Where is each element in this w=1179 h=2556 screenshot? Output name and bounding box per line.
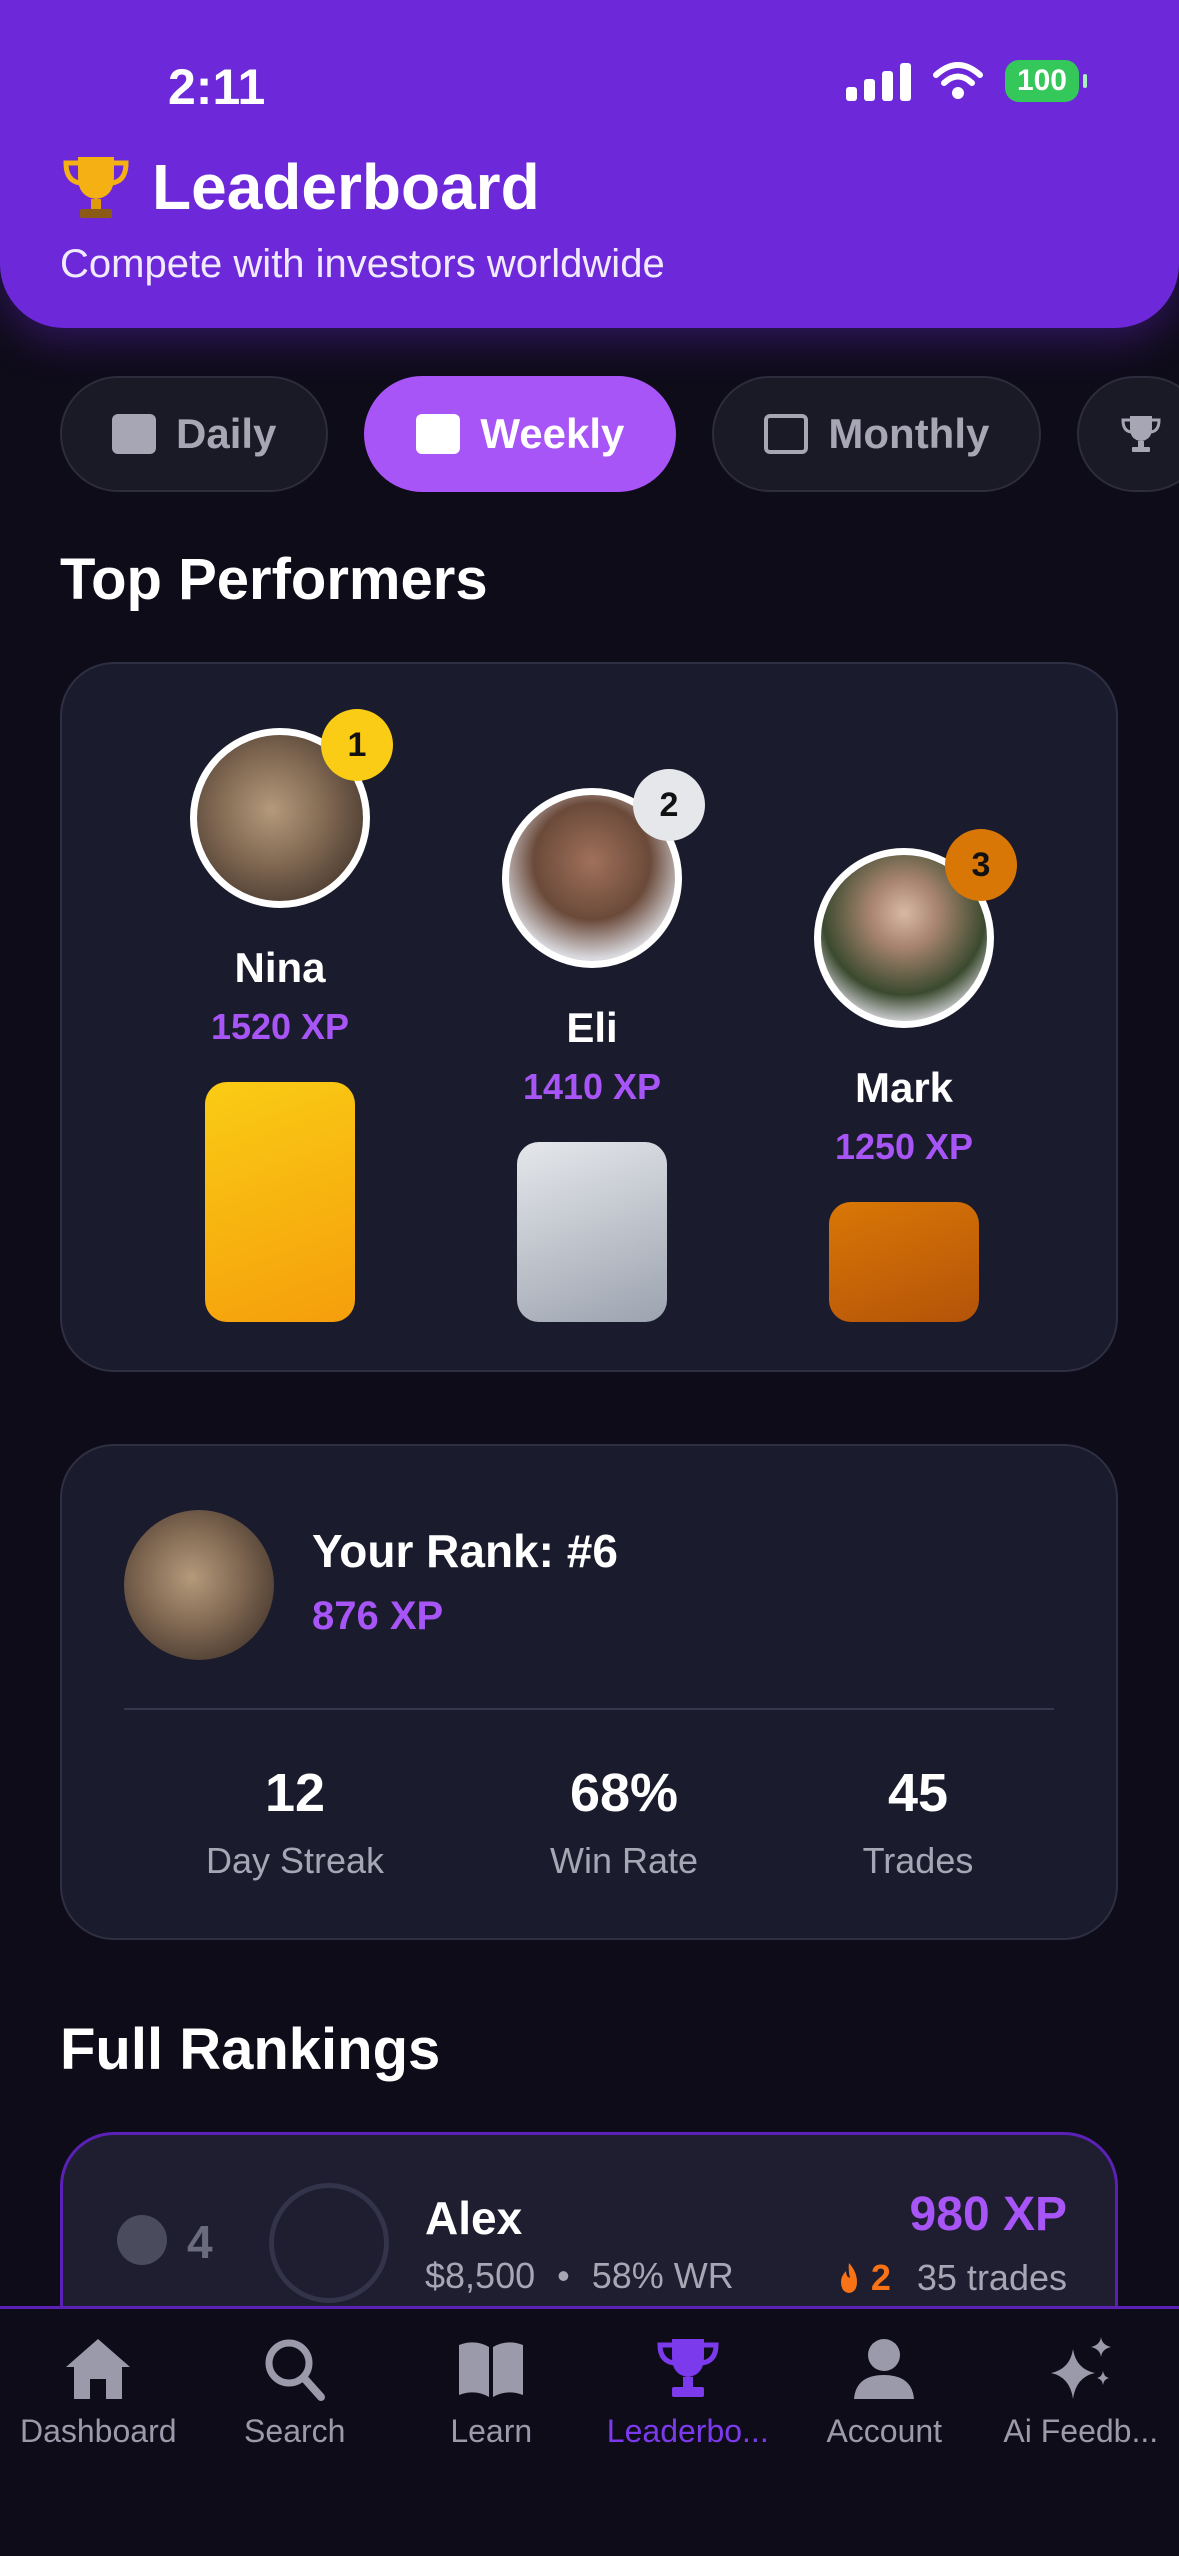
performer-name: Mark (854, 1064, 954, 1111)
page-title: Leaderboard (152, 151, 540, 223)
rank-badge: 2 (633, 769, 705, 841)
battery-indicator: 100 (1004, 60, 1088, 102)
period-tabs: Daily Weekly Monthly (60, 376, 1179, 492)
podium-card: 1 Nina 1520 XP 2 Eli 1410 XP 3 Mark 1250… (60, 662, 1118, 1372)
trophy-icon (657, 2339, 719, 2397)
performer-xp: 1250 XP (834, 1126, 974, 1167)
your-rank-xp: 876 XP (312, 1594, 444, 1638)
search-icon (265, 2339, 325, 2401)
home-icon (66, 2339, 131, 2399)
avatar (124, 1510, 274, 1660)
tab-label: Weekly (480, 410, 625, 457)
podium-second[interactable]: 2 Eli 1410 XP (492, 769, 705, 1322)
stat-label: Trades (862, 1840, 974, 1881)
avatar: 2 (502, 769, 705, 968)
ranking-trades: 35 trades (916, 2257, 1067, 2298)
section-title-top-performers: Top Performers (60, 547, 488, 612)
stat-value: 45 (887, 1763, 949, 1823)
stat-value: 12 (264, 1763, 326, 1823)
divider (124, 1708, 1054, 1710)
stat-label: Day Streak (205, 1840, 385, 1881)
nav-label: Leaderbo... (606, 2413, 769, 2449)
avatar: 3 (814, 829, 1017, 1028)
trophy-icon (63, 157, 129, 218)
nav-label: Dashboard (19, 2413, 177, 2449)
podium-bar-silver (517, 1142, 667, 1322)
nav-label: Learn (450, 2413, 533, 2449)
trophy-icon (1121, 416, 1161, 452)
stat-label: Win Rate (549, 1840, 699, 1881)
separator-dot: • (557, 2255, 570, 2296)
book-icon (459, 2342, 524, 2397)
status-icons: 100 (845, 60, 1088, 102)
nav-ai-feedback[interactable]: Ai Feedb... (983, 2309, 1179, 2556)
person-icon (854, 2339, 915, 2399)
ranking-name: Alex (425, 2192, 523, 2244)
section-title-full-rankings: Full Rankings (60, 2017, 441, 2082)
tab-all-time[interactable] (1077, 376, 1179, 492)
podium-bar-bronze (829, 1202, 979, 1322)
nav-label: Account (826, 2413, 943, 2449)
streak-count: 2 (870, 2257, 891, 2298)
calendar-icon (416, 414, 461, 454)
sparkles-icon (1050, 2337, 1111, 2399)
flame-icon (840, 2263, 857, 2293)
performer-name: Eli (566, 1004, 618, 1051)
performer-xp: 1410 XP (522, 1066, 662, 1107)
nav-leaderboard[interactable]: Leaderbo... (590, 2309, 787, 2556)
stat-trades: 45 Trades (768, 1762, 1068, 1882)
streak: 2 (837, 2257, 891, 2299)
nav-dashboard[interactable]: Dashboard (0, 2309, 197, 2556)
tab-label: Daily (176, 410, 277, 457)
performer-xp: 1520 XP (210, 1006, 350, 1047)
ranking-xp: 980 XP (909, 2188, 1067, 2241)
nav-label: Ai Feedb... (1003, 2413, 1159, 2449)
calendar-icon (112, 414, 156, 454)
bottom-nav: Dashboard Search Learn Leaderbo... Accou… (0, 2306, 1179, 2556)
cellular-signal-icon (845, 61, 911, 101)
header: 2:11 100 Leaderboard Compete with invest… (0, 0, 1179, 328)
ranking-details: $8,500 • 58% WR (425, 2255, 734, 2297)
stat-win-rate: 68% Win Rate (474, 1762, 774, 1882)
podium-first[interactable]: 1 Nina 1520 XP (180, 709, 393, 1322)
page-subtitle: Compete with investors worldwide (60, 242, 665, 286)
nav-search[interactable]: Search (197, 2309, 394, 2556)
ranking-meta: 2 35 trades (837, 2257, 1067, 2299)
podium-third[interactable]: 3 Mark 1250 XP (804, 829, 1017, 1322)
title-row: Leaderboard (60, 150, 540, 224)
tab-daily[interactable]: Daily (60, 376, 329, 492)
nav-label: Search (244, 2413, 346, 2449)
ranking-win-rate: 58% WR (591, 2255, 734, 2296)
nav-account[interactable]: Account (786, 2309, 983, 2556)
wifi-icon (932, 62, 983, 99)
stat-day-streak: 12 Day Streak (145, 1762, 445, 1882)
rank-badge: 3 (945, 829, 1017, 901)
rank-number: 4 (187, 2216, 213, 2268)
tab-label: Monthly (828, 410, 990, 457)
avatar-placeholder (269, 2183, 389, 2303)
tab-weekly[interactable]: Weekly (364, 376, 677, 492)
stat-value: 68% (569, 1763, 679, 1823)
your-rank-card: Your Rank: #6 876 XP 12 Day Streak 68% W… (60, 1444, 1118, 1940)
podium-bar-gold (205, 1082, 355, 1322)
tab-monthly[interactable]: Monthly (712, 376, 1042, 492)
ranking-balance: $8,500 (425, 2255, 536, 2296)
performer-name: Nina (234, 944, 326, 991)
your-rank-title: Your Rank: #6 (312, 1525, 618, 1577)
rank-badge: 1 (321, 709, 393, 781)
rank-dot-icon (117, 2215, 167, 2265)
avatar: 1 (190, 709, 393, 908)
calendar-icon (764, 414, 809, 454)
status-time: 2:11 (168, 59, 266, 115)
nav-learn[interactable]: Learn (393, 2309, 590, 2556)
